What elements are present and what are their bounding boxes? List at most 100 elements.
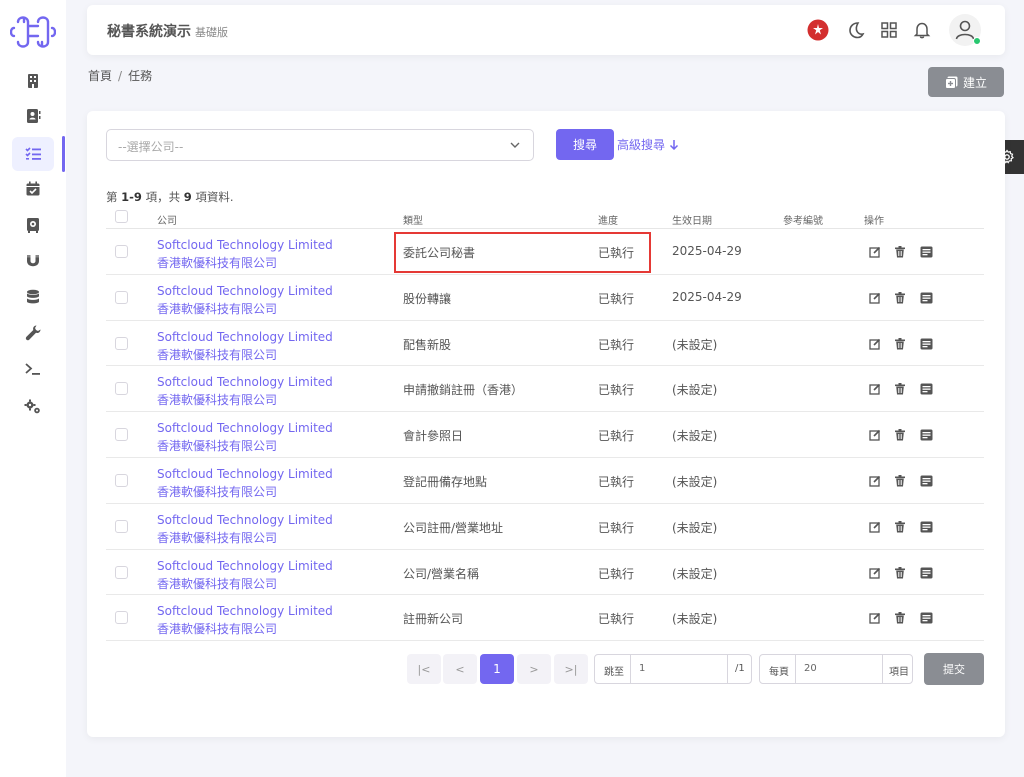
sidebar-item-database[interactable] [12, 280, 54, 314]
create-button-label: 建立 [962, 75, 987, 90]
details-button[interactable] [918, 244, 934, 260]
theme-toggle[interactable] [845, 19, 867, 41]
details-button[interactable] [918, 381, 934, 397]
edit-button[interactable] [867, 565, 883, 581]
company-name-en: Softcloud Technology Limited [157, 466, 333, 481]
edit-icon [869, 613, 881, 625]
user-avatar[interactable] [949, 14, 981, 46]
delete-button[interactable] [892, 473, 908, 489]
company-link[interactable]: Softcloud Technology Limited 香港軟優科技有限公司 [157, 236, 333, 272]
details-button[interactable] [918, 290, 934, 306]
page-total: /1 [735, 663, 745, 674]
row-checkbox[interactable] [115, 519, 128, 533]
advanced-search-link[interactable]: 高級搜尋 [617, 136, 679, 153]
per-page-field[interactable]: 每頁 20 項目 [759, 654, 913, 684]
company-link[interactable]: Softcloud Technology Limited 香港軟優科技有限公司 [157, 511, 333, 547]
bell-icon [913, 22, 931, 39]
sidebar-item-tasks[interactable] [12, 137, 54, 171]
details-button[interactable] [918, 610, 934, 626]
page-first-button[interactable]: |< [407, 654, 441, 684]
edit-button[interactable] [867, 244, 883, 260]
notifications-button[interactable] [911, 19, 933, 41]
page-jump-field[interactable]: 跳至 1 /1 [594, 654, 752, 684]
sidebar-item-contacts[interactable] [12, 99, 54, 133]
task-progress: 已執行 [598, 383, 635, 398]
row-checkbox[interactable] [115, 473, 128, 487]
delete-button[interactable] [892, 290, 908, 306]
delete-button[interactable] [892, 244, 908, 260]
edit-button[interactable] [867, 610, 883, 626]
create-button[interactable]: 建立 [928, 67, 1004, 97]
delete-button[interactable] [892, 610, 908, 626]
col-type[interactable]: 類型 [403, 212, 423, 227]
details-button[interactable] [918, 519, 934, 535]
edit-button[interactable] [867, 290, 883, 306]
details-button[interactable] [918, 473, 934, 489]
col-progress[interactable]: 進度 [598, 212, 618, 227]
task-type: 公司註冊/營業地址 [403, 520, 504, 535]
delete-button[interactable] [892, 427, 908, 443]
edit-button[interactable] [867, 519, 883, 535]
language-switcher[interactable] [807, 19, 829, 41]
sidebar-item-companies[interactable] [12, 64, 54, 98]
delete-button[interactable] [892, 565, 908, 581]
page-jump-input[interactable]: 1 [639, 663, 645, 674]
company-link[interactable]: Softcloud Technology Limited 香港軟優科技有限公司 [157, 557, 333, 593]
details-button[interactable] [918, 336, 934, 352]
online-status-dot [973, 37, 981, 45]
sidebar-item-magnet[interactable] [12, 244, 54, 278]
col-date[interactable]: 生效日期 [672, 212, 712, 227]
breadcrumb-home[interactable]: 首頁 [88, 69, 112, 83]
table-row: Softcloud Technology Limited 香港軟優科技有限公司 申請… [106, 366, 984, 413]
page-current-button[interactable]: 1 [480, 654, 514, 684]
company-link[interactable]: Softcloud Technology Limited 香港軟優科技有限公司 [157, 328, 333, 364]
edit-button[interactable] [867, 336, 883, 352]
row-checkbox[interactable] [115, 290, 128, 304]
company-link[interactable]: Softcloud Technology Limited 香港軟優科技有限公司 [157, 465, 333, 501]
delete-button[interactable] [892, 381, 908, 397]
col-company[interactable]: 公司 [157, 212, 177, 227]
task-type: 配售新股 [403, 337, 452, 352]
sidebar-item-vault[interactable] [12, 208, 54, 242]
details-icon [920, 567, 932, 579]
col-ref[interactable]: 參考編號 [783, 212, 823, 227]
search-button[interactable]: 搜尋 [556, 129, 614, 160]
trash-icon [895, 566, 905, 579]
sidebar-item-calendar[interactable] [12, 172, 54, 206]
delete-button[interactable] [892, 519, 908, 535]
edit-button[interactable] [867, 473, 883, 489]
trash-icon [895, 474, 905, 487]
row-checkbox[interactable] [115, 336, 128, 350]
company-link[interactable]: Softcloud Technology Limited 香港軟優科技有限公司 [157, 282, 333, 318]
company-link[interactable]: Softcloud Technology Limited 香港軟優科技有限公司 [157, 373, 333, 409]
row-checkbox[interactable] [115, 245, 128, 258]
effective-date: (未設定) [672, 566, 718, 581]
row-checkbox[interactable] [115, 428, 128, 442]
sidebar-item-tools[interactable] [12, 316, 54, 350]
sidebar-item-settings[interactable] [12, 390, 54, 424]
trash-icon [895, 337, 905, 350]
page-last-button[interactable]: >| [554, 654, 588, 684]
row-checkbox[interactable] [115, 382, 128, 396]
task-type: 股份轉讓 [403, 291, 452, 306]
per-page-input[interactable]: 20 [804, 663, 817, 674]
effective-date: (未設定) [672, 383, 718, 398]
edit-button[interactable] [867, 427, 883, 443]
company-link[interactable]: Softcloud Technology Limited 香港軟優科技有限公司 [157, 602, 333, 638]
table-row: Softcloud Technology Limited 香港軟優科技有限公司 配售… [106, 321, 984, 367]
edit-button[interactable] [867, 381, 883, 397]
delete-button[interactable] [892, 336, 908, 352]
page-prev-button[interactable]: < [443, 654, 477, 684]
shortcuts-button[interactable] [878, 19, 900, 41]
company-select[interactable]: --選擇公司-- [106, 129, 534, 161]
row-checkbox[interactable] [115, 565, 128, 579]
trash-icon [895, 246, 905, 258]
submit-button[interactable]: 提交 [924, 653, 984, 685]
row-checkbox[interactable] [115, 611, 128, 625]
select-all-checkbox[interactable] [115, 210, 128, 223]
details-button[interactable] [918, 427, 934, 443]
company-link[interactable]: Softcloud Technology Limited 香港軟優科技有限公司 [157, 419, 333, 455]
sidebar-item-terminal[interactable] [12, 352, 54, 386]
details-button[interactable] [918, 565, 934, 581]
page-next-button[interactable]: > [517, 654, 551, 684]
